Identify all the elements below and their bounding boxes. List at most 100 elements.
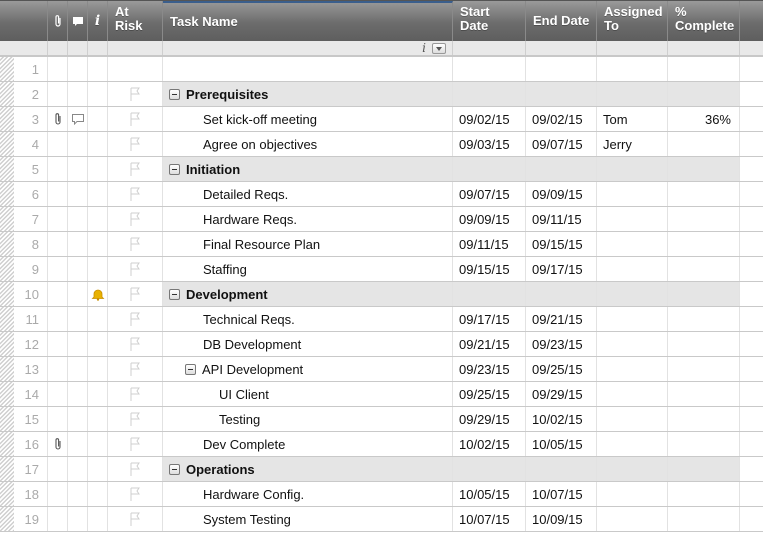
at-risk-cell[interactable] — [108, 82, 163, 106]
end-date-cell[interactable]: 09/09/15 — [526, 182, 597, 206]
end-date-cell[interactable]: 10/05/15 — [526, 432, 597, 456]
task-name-cell[interactable]: Final Resource Plan — [163, 232, 453, 256]
table-row[interactable]: 18 Hardware Config. 10/05/15 10/07/15 — [0, 482, 763, 507]
at-risk-cell[interactable] — [108, 307, 163, 331]
comment-cell[interactable] — [68, 282, 88, 306]
assigned-to-cell[interactable] — [597, 432, 668, 456]
reminder-cell[interactable] — [88, 357, 108, 381]
end-date-cell[interactable]: 10/02/15 — [526, 407, 597, 431]
reminder-cell[interactable] — [88, 307, 108, 331]
header-end-date[interactable]: End Date — [526, 1, 597, 41]
percent-complete-cell[interactable] — [668, 457, 740, 481]
comment-cell[interactable] — [68, 307, 88, 331]
table-row[interactable]: 12 DB Development 09/21/15 09/23/15 — [0, 332, 763, 357]
row-number[interactable]: 15 — [0, 407, 48, 431]
row-number[interactable]: 10 — [0, 282, 48, 306]
reminder-cell[interactable] — [88, 107, 108, 131]
flag-icon[interactable] — [129, 187, 141, 201]
reminder-cell[interactable] — [88, 432, 108, 456]
comment-cell[interactable] — [68, 132, 88, 156]
comment-cell[interactable] — [68, 232, 88, 256]
percent-complete-cell[interactable] — [668, 82, 740, 106]
start-date-cell[interactable] — [453, 157, 526, 181]
percent-complete-cell[interactable] — [668, 207, 740, 231]
percent-complete-cell[interactable] — [668, 507, 740, 531]
attachment-cell[interactable] — [48, 232, 68, 256]
start-date-cell[interactable]: 09/03/15 — [453, 132, 526, 156]
start-date-cell[interactable]: 09/15/15 — [453, 257, 526, 281]
task-name-cell[interactable]: Operations — [163, 457, 453, 481]
row-drag-handle[interactable] — [0, 332, 14, 356]
attachment-cell[interactable] — [48, 357, 68, 381]
reminder-cell[interactable] — [88, 132, 108, 156]
row-drag-handle[interactable] — [0, 257, 14, 281]
percent-complete-cell[interactable] — [668, 132, 740, 156]
row-number[interactable]: 1 — [0, 57, 48, 81]
at-risk-cell[interactable] — [108, 232, 163, 256]
row-drag-handle[interactable] — [0, 507, 14, 531]
percent-complete-cell[interactable] — [668, 307, 740, 331]
header-start-date[interactable]: Start Date — [453, 1, 526, 41]
table-row[interactable]: 4 Agree on objectives 09/03/15 09/07/15 Jerr… — [0, 132, 763, 157]
flag-icon[interactable] — [129, 162, 141, 176]
attachment-cell[interactable] — [48, 282, 68, 306]
reminder-cell[interactable] — [88, 82, 108, 106]
table-row[interactable]: 11 Technical Reqs. 09/17/15 09/21/15 — [0, 307, 763, 332]
comment-cell[interactable] — [68, 107, 88, 131]
start-date-cell[interactable]: 10/07/15 — [453, 507, 526, 531]
percent-complete-cell[interactable] — [668, 257, 740, 281]
task-name-cell[interactable]: System Testing — [163, 507, 453, 531]
row-drag-handle[interactable] — [0, 482, 14, 506]
at-risk-cell[interactable] — [108, 132, 163, 156]
reminder-cell[interactable] — [88, 457, 108, 481]
reminder-cell[interactable] — [88, 382, 108, 406]
comment-cell[interactable] — [68, 182, 88, 206]
at-risk-cell[interactable] — [108, 407, 163, 431]
percent-complete-cell[interactable] — [668, 382, 740, 406]
collapse-toggle[interactable] — [169, 463, 180, 475]
flag-icon[interactable] — [129, 487, 141, 501]
end-date-cell[interactable]: 09/15/15 — [526, 232, 597, 256]
comment-cell[interactable] — [68, 482, 88, 506]
attachment-cell[interactable] — [48, 107, 68, 131]
end-date-cell[interactable]: 09/23/15 — [526, 332, 597, 356]
flag-icon[interactable] — [129, 387, 141, 401]
end-date-cell[interactable]: 09/25/15 — [526, 357, 597, 381]
start-date-cell[interactable]: 10/02/15 — [453, 432, 526, 456]
assigned-to-cell[interactable]: Jerry — [597, 132, 668, 156]
row-number[interactable]: 3 — [0, 107, 48, 131]
task-name-cell[interactable]: Detailed Reqs. — [163, 182, 453, 206]
reminder-cell[interactable] — [88, 232, 108, 256]
table-row[interactable]: 9 Staffing 09/15/15 09/17/15 — [0, 257, 763, 282]
row-drag-handle[interactable] — [0, 207, 14, 231]
assigned-to-cell[interactable] — [597, 382, 668, 406]
comment-cell[interactable] — [68, 507, 88, 531]
comment-cell[interactable] — [68, 57, 88, 81]
table-row[interactable]: 8 Final Resource Plan 09/11/15 09/15/15 — [0, 232, 763, 257]
attachment-icon[interactable] — [54, 112, 62, 126]
section-row[interactable]: 5 Initiation — [0, 157, 763, 182]
comment-cell[interactable] — [68, 432, 88, 456]
attachment-cell[interactable] — [48, 132, 68, 156]
task-name-cell[interactable]: Hardware Reqs. — [163, 207, 453, 231]
assigned-to-cell[interactable] — [597, 457, 668, 481]
row-drag-handle[interactable] — [0, 107, 14, 131]
at-risk-cell[interactable] — [108, 482, 163, 506]
row-number[interactable]: 9 — [0, 257, 48, 281]
reminder-cell[interactable] — [88, 182, 108, 206]
task-name-cell[interactable]: Prerequisites — [163, 82, 453, 106]
percent-complete-cell[interactable] — [668, 282, 740, 306]
row-drag-handle[interactable] — [0, 182, 14, 206]
end-date-cell[interactable] — [526, 282, 597, 306]
attachment-cell[interactable] — [48, 482, 68, 506]
start-date-cell[interactable]: 09/21/15 — [453, 332, 526, 356]
row-number[interactable]: 19 — [0, 507, 48, 531]
collapse-toggle[interactable] — [169, 163, 180, 175]
flag-icon[interactable] — [129, 262, 141, 276]
attachment-cell[interactable] — [48, 382, 68, 406]
assigned-to-cell[interactable] — [597, 207, 668, 231]
assigned-to-cell[interactable] — [597, 82, 668, 106]
attachment-cell[interactable] — [48, 57, 68, 81]
reminder-cell[interactable] — [88, 482, 108, 506]
task-name-cell[interactable]: Hardware Config. — [163, 482, 453, 506]
